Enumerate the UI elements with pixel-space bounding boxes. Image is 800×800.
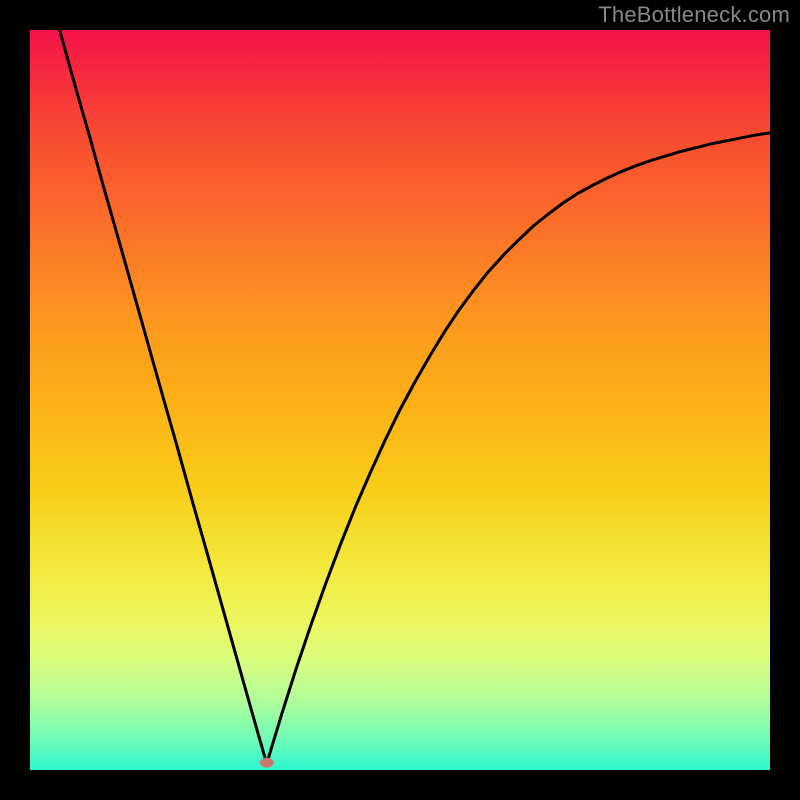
plot-area: [30, 30, 770, 770]
curve-left-branch: [60, 30, 267, 764]
curve-right-branch: [267, 133, 770, 763]
chart-container: TheBottleneck.com: [0, 0, 800, 800]
curve-layer: [30, 30, 770, 770]
minimum-marker: [260, 758, 274, 768]
watermark-text: TheBottleneck.com: [598, 2, 790, 28]
